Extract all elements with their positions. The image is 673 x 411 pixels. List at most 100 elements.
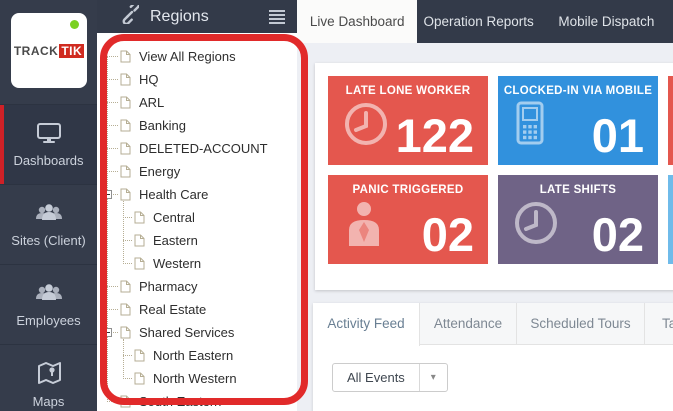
sidebar-item-maps[interactable]: Maps — [0, 344, 97, 411]
sidebar-item-sites[interactable]: Sites (Client) — [0, 184, 97, 264]
tree-item[interactable]: Central — [97, 206, 297, 229]
clock-icon — [513, 200, 559, 251]
page-icon — [134, 257, 145, 270]
tree-item[interactable]: Health Care — [97, 183, 297, 206]
tree-item-label: Real Estate — [139, 302, 207, 317]
tree-item-label: View All Regions — [139, 49, 236, 64]
tree-item-label: Shared Services — [139, 325, 235, 340]
activity-tab-bar: Activity Feed Attendance Scheduled Tours… — [313, 303, 673, 346]
regions-tree: View All Regions HQ ARL Banking DELETED-ACCO… — [97, 33, 297, 411]
all-events-dropdown[interactable]: All Events ▾ — [332, 363, 448, 392]
kpi-value: 122 — [395, 109, 474, 162]
sidebar-item-label: Sites (Client) — [11, 232, 86, 248]
tree-item-label: Central — [153, 210, 195, 225]
people-icon — [34, 202, 64, 224]
map-icon — [36, 361, 62, 385]
page-icon — [120, 142, 131, 155]
kpi-value: 02 — [591, 208, 644, 261]
list-menu-icon[interactable] — [269, 9, 285, 24]
kpi-tile-late-lone-worker[interactable]: LATE LONE WORKER 122 — [328, 76, 488, 165]
all-events-label: All Events — [347, 370, 405, 385]
tree-item[interactable]: ARL — [97, 91, 297, 114]
tree-item-label: Health Care — [139, 187, 209, 202]
tree-item[interactable]: Western — [97, 252, 297, 275]
page-icon — [134, 372, 145, 385]
page-icon — [120, 73, 131, 86]
tab-live-dashboard[interactable]: Live Dashboard — [297, 0, 418, 43]
tracktik-app: TRACK TIK Dashboards Sites (Client) Empl… — [0, 0, 673, 411]
kpi-tile-partial[interactable] — [668, 175, 673, 264]
tree-item-label: Energy — [139, 164, 181, 179]
tree-item[interactable]: Pharmacy — [97, 275, 297, 298]
page-icon — [120, 96, 131, 109]
tracktik-logo[interactable]: TRACK TIK — [11, 13, 87, 88]
kpi-tile-panic-triggered[interactable]: PANIC TRIGGERED 02 — [328, 175, 488, 264]
kpi-tile-partial[interactable] — [668, 76, 673, 165]
people-icon — [34, 282, 64, 304]
tab-mobile-dispatch[interactable]: Mobile Dispatch — [540, 0, 673, 43]
tree-item[interactable]: Banking — [97, 114, 297, 137]
brand-text: TRACK TIK — [13, 44, 85, 58]
tree-item[interactable]: HQ — [97, 68, 297, 91]
tree-item[interactable]: DELETED-ACCOUNT — [97, 137, 297, 160]
regions-panel-title: Regions — [150, 7, 209, 25]
tree-item[interactable]: North Western — [97, 367, 297, 390]
tree-item-label: North Western — [153, 371, 237, 386]
clock-icon — [343, 101, 389, 152]
page-icon — [134, 234, 145, 247]
page-icon — [120, 119, 131, 132]
tab-activity-feed[interactable]: Activity Feed — [313, 303, 420, 346]
page-icon — [120, 395, 131, 408]
monitor-icon — [36, 122, 62, 144]
tree-item[interactable]: South Eastern — [97, 390, 297, 411]
sidebar-item-label: Maps — [32, 393, 65, 409]
link-icon — [120, 0, 140, 29]
tree-item-label: South Eastern — [139, 394, 222, 409]
collapse-minus-icon[interactable] — [103, 190, 112, 199]
kpi-tile-late-shifts[interactable]: LATE SHIFTS 02 — [498, 175, 658, 264]
tree-item-label: Western — [153, 256, 202, 271]
collapse-minus-icon[interactable] — [103, 328, 112, 337]
kpi-value: 02 — [421, 208, 474, 261]
tree-item[interactable]: View All Regions — [97, 45, 297, 68]
activity-feed-body: All Events ▾ — [313, 345, 673, 411]
regions-panel-header: Regions — [97, 0, 297, 33]
sidebar-item-label: Dashboards — [13, 152, 84, 168]
page-icon — [120, 50, 131, 63]
kpi-label: LATE SHIFTS — [539, 184, 617, 196]
tab-attendance[interactable]: Attendance — [420, 303, 517, 344]
tab-tasks-partial[interactable]: Ta — [645, 303, 673, 344]
page-icon — [134, 211, 145, 224]
top-tab-bar: Live Dashboard Operation Reports Mobile … — [297, 0, 673, 43]
page-icon — [120, 326, 131, 339]
kpi-label: CLOCKED-IN VIA MOBILE — [503, 85, 653, 97]
kpi-label: PANIC TRIGGERED — [352, 184, 464, 196]
chevron-down-icon: ▾ — [418, 364, 447, 391]
person-icon — [343, 200, 385, 251]
regions-panel: Regions View All Regions HQ ARL Banking DELE… — [97, 0, 297, 411]
sidebar: TRACK TIK Dashboards Sites (Client) Empl… — [0, 0, 97, 411]
tree-item[interactable]: Eastern — [97, 229, 297, 252]
tree-item[interactable]: Energy — [97, 160, 297, 183]
tab-scheduled-tours[interactable]: Scheduled Tours — [517, 303, 645, 344]
page-icon — [120, 303, 131, 316]
page-icon — [134, 349, 145, 362]
tab-operation-reports[interactable]: Operation Reports — [417, 0, 539, 43]
sidebar-nav: Dashboards Sites (Client) Employees Maps — [0, 104, 97, 411]
page-icon — [120, 165, 131, 178]
sidebar-item-label: Employees — [16, 312, 81, 328]
tree-item[interactable]: Shared Services — [97, 321, 297, 344]
dashboard-content: LATE LONE WORKER 122 CLOCKED-IN VIA MOBI… — [297, 43, 673, 411]
kpi-tiles-card: LATE LONE WORKER 122 CLOCKED-IN VIA MOBI… — [315, 63, 673, 290]
tree-item[interactable]: North Eastern — [97, 344, 297, 367]
sidebar-item-employees[interactable]: Employees — [0, 264, 97, 344]
status-dot-icon — [70, 20, 79, 29]
kpi-label: LATE LONE WORKER — [345, 85, 471, 97]
activity-panel: Activity Feed Attendance Scheduled Tours… — [313, 303, 673, 411]
kpi-value: 01 — [591, 109, 644, 162]
main-area: Live Dashboard Operation Reports Mobile … — [297, 0, 673, 411]
mobile-phone-icon — [513, 97, 547, 152]
kpi-tile-clocked-in-via-mobile[interactable]: CLOCKED-IN VIA MOBILE 01 — [498, 76, 658, 165]
sidebar-item-dashboards[interactable]: Dashboards — [0, 104, 97, 184]
tree-item[interactable]: Real Estate — [97, 298, 297, 321]
